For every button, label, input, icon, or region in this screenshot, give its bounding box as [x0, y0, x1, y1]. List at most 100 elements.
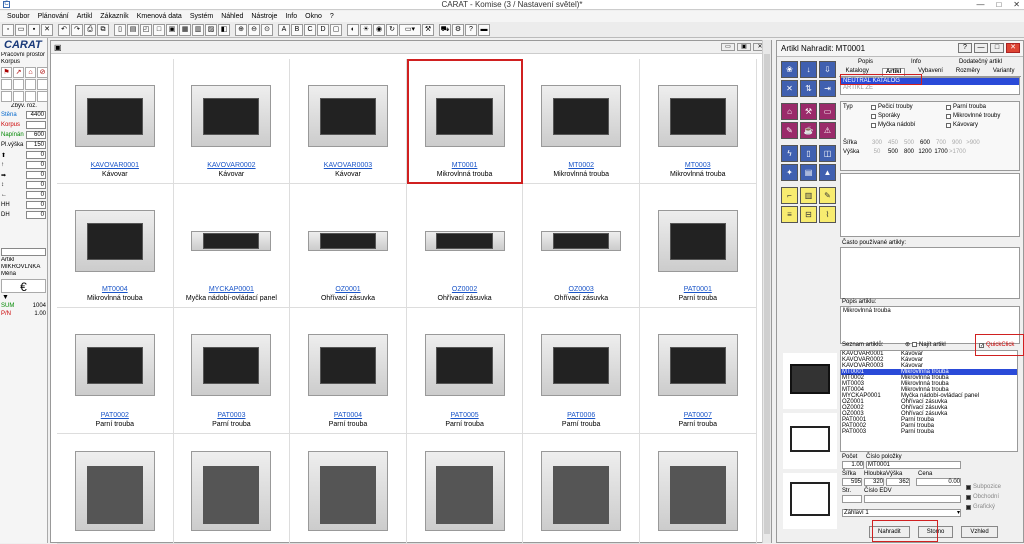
shape-tool-1[interactable]: ⚑ [1, 67, 12, 78]
article-code[interactable]: OZ0002 [407, 286, 523, 293]
opt-graficky[interactable]: Grafický [966, 504, 995, 510]
article-card[interactable] [639, 434, 757, 544]
napinan-field[interactable]: 600 [26, 131, 46, 139]
light-icon[interactable]: ☀ [360, 23, 372, 36]
preview-oven[interactable] [783, 473, 837, 529]
shape-tool-10[interactable] [13, 91, 24, 102]
binoculars-icon[interactable]: ⊛ [905, 341, 910, 348]
article-code[interactable]: PAT0003 [174, 412, 290, 419]
browser-restore-button[interactable]: ▣ [737, 43, 751, 51]
check-pecici[interactable]: Pečicí trouby [871, 104, 913, 110]
article-card[interactable] [290, 434, 407, 544]
article-card[interactable] [57, 434, 174, 544]
zoom-fit-icon[interactable]: ⊙ [261, 23, 273, 36]
offset-field-2[interactable]: 0 [26, 161, 46, 169]
arrow-down-icon[interactable]: ⇩ [819, 61, 836, 78]
updown-icon[interactable]: ⇅ [800, 80, 817, 97]
article-code[interactable]: MT0004 [57, 286, 173, 293]
height-1200[interactable]: 1200 [917, 149, 933, 155]
hh-field[interactable]: 0 [26, 201, 46, 209]
tab-varianty[interactable]: Varianty [993, 68, 1015, 76]
clip-icon[interactable]: ⌇ [819, 206, 836, 223]
zoom-in-icon[interactable]: ⊕ [235, 23, 247, 36]
render-icon[interactable]: ◐ [347, 23, 359, 36]
wall-field[interactable]: 4400 [26, 111, 46, 119]
article-card[interactable]: PAT0001 Parní trouba [639, 184, 757, 308]
save-icon[interactable]: ▪ [28, 23, 40, 36]
square-icon[interactable]: ◫ [819, 145, 836, 162]
height-field[interactable]: 150 [26, 141, 46, 149]
opt-subpozice[interactable]: Subpozice [966, 484, 1001, 490]
opt-obchodni[interactable]: Obchodní [966, 494, 999, 500]
menu-system[interactable]: Systém [186, 11, 217, 22]
flower-icon[interactable]: ❀ [781, 61, 798, 78]
article-list[interactable]: KAVOVAR0001 Kávovar KAVOVAR0002 Kávovar KAVO… [840, 350, 1018, 452]
empty-field[interactable] [1, 248, 46, 256]
lightning-icon[interactable]: ϟ [781, 145, 798, 162]
shape-tool-11[interactable] [25, 91, 36, 102]
preview-frame[interactable] [783, 413, 837, 469]
item-number-field[interactable]: MT0001 [866, 461, 961, 469]
article-card[interactable] [173, 434, 291, 544]
frequent-articles-box[interactable] [840, 247, 1020, 299]
article-card[interactable] [406, 434, 524, 544]
shape-tool-8[interactable] [37, 79, 48, 90]
chair-icon[interactable]: ⌐ [781, 187, 798, 204]
article-card[interactable]: OZ0001 Ohřívací zásuvka [290, 184, 407, 308]
menu-kmenova-data[interactable]: Kmenová data [133, 11, 186, 22]
box-icon[interactable]: □ [153, 23, 165, 36]
shelf-icon[interactable]: ▤ [800, 164, 817, 181]
article-code[interactable]: PAT0006 [523, 412, 639, 419]
minimize-icon[interactable]: — [976, 0, 984, 10]
maximize-icon[interactable]: □ [996, 0, 1001, 10]
close-icon[interactable]: ✕ [1013, 0, 1020, 10]
shape-tool-5[interactable] [1, 79, 12, 90]
monitor-icon[interactable]: ▬ [478, 23, 490, 36]
appearance-button[interactable]: Vzhled [961, 526, 998, 538]
currency-symbol[interactable]: € [1, 279, 46, 294]
scrollbar-thumb[interactable] [764, 54, 770, 534]
menu-planovani[interactable]: Plánování [34, 11, 73, 22]
edv-field[interactable] [864, 495, 961, 503]
article-code[interactable]: PAT0002 [57, 412, 173, 419]
article-code[interactable]: MT0003 [640, 162, 756, 169]
pen-icon[interactable]: ✎ [819, 187, 836, 204]
depth-field[interactable]: 320 [864, 478, 884, 486]
cup-icon[interactable]: ☕ [800, 122, 817, 139]
zoom-out-icon[interactable]: ⊖ [248, 23, 260, 36]
view-icon[interactable]: ◧ [218, 23, 230, 36]
article-code[interactable]: PAT0005 [407, 412, 523, 419]
dialog-close-button[interactable]: ✕ [1006, 43, 1020, 53]
article-code[interactable]: OZ0003 [523, 286, 639, 293]
width-450[interactable]: 450 [885, 140, 901, 146]
offset-field-5[interactable]: 0 [26, 191, 46, 199]
undo-icon[interactable]: ↶ [58, 23, 70, 36]
width-700[interactable]: 700 [933, 140, 949, 146]
article-code[interactable]: KAVOVAR0002 [174, 162, 290, 169]
article-card[interactable]: KAVOVAR0002 Kávovar [173, 59, 291, 184]
support-icon[interactable]: ⚙ [452, 23, 464, 36]
shape-tool-7[interactable] [25, 79, 36, 90]
check-sporaky[interactable]: Sporáky [871, 113, 900, 119]
article-code[interactable]: KAVOVAR0003 [290, 162, 406, 169]
cross-icon[interactable]: ✕ [781, 80, 798, 97]
box-view-icon[interactable]: ▢ [330, 23, 342, 36]
offset-field-3[interactable]: 0 [26, 171, 46, 179]
open-icon[interactable]: ▭ [15, 23, 27, 36]
article-card[interactable]: PAT0005 Parní trouba [406, 308, 524, 434]
price-field[interactable]: 0.00 [916, 478, 961, 486]
panel-icon[interactable]: ▨ [205, 23, 217, 36]
dh-field[interactable]: 0 [26, 211, 46, 219]
measure-dropdown[interactable]: ▭▾ [399, 23, 421, 36]
view-c-button[interactable]: C [304, 23, 316, 36]
tab-icon[interactable]: ⇥ [819, 80, 836, 97]
width-500[interactable]: 500 [901, 140, 917, 146]
appliance-icon[interactable]: ▯ [800, 145, 817, 162]
count-field[interactable]: 1.00 [842, 461, 864, 469]
menu-artikl[interactable]: Artikl [73, 11, 97, 22]
dialog-maximize-button[interactable]: □ [990, 43, 1004, 53]
article-card[interactable]: PAT0002 Parní trouba [57, 308, 174, 434]
article-code[interactable]: OZ0001 [290, 286, 406, 293]
warning-icon[interactable]: ⚠ [819, 122, 836, 139]
globe-icon[interactable]: ◉ [373, 23, 385, 36]
